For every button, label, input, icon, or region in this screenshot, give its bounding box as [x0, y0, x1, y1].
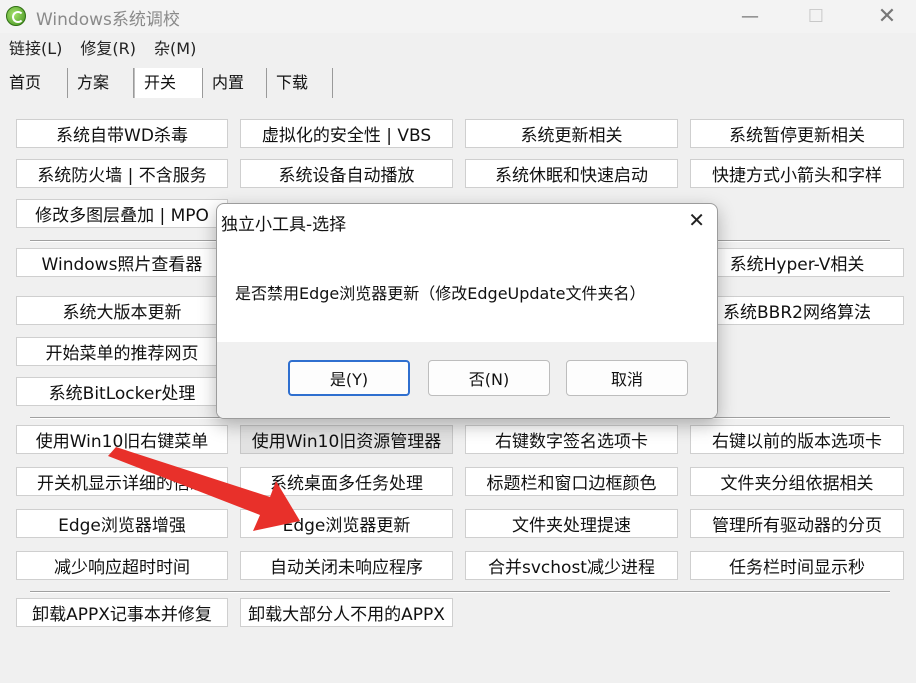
app-logo-icon: [6, 6, 26, 26]
yes-button[interactable]: 是(Y): [288, 360, 410, 396]
pause-update-button[interactable]: 系统暂停更新相关: [690, 119, 904, 148]
window-title: Windows系统调校: [36, 10, 180, 30]
menu-repair[interactable]: 修复(R): [71, 36, 145, 62]
drive-pagefile-button[interactable]: 管理所有驱动器的分页: [690, 509, 904, 538]
timeout-button[interactable]: 减少响应超时时间: [16, 551, 228, 580]
shortcut-arrow-button[interactable]: 快捷方式小箭头和字样: [690, 159, 904, 188]
no-button[interactable]: 否(N): [428, 360, 550, 396]
uninstall-notepad-button[interactable]: 卸载APPX记事本并修复: [16, 598, 228, 627]
dialog-message: 是否禁用Edge浏览器更新（修改EdgeUpdate文件夹名）: [235, 284, 646, 303]
system-update-button[interactable]: 系统更新相关: [465, 119, 678, 148]
firewall-button[interactable]: 系统防火墙 | 不含服务: [16, 159, 228, 188]
dialog-footer: 是(Y) 否(N) 取消: [217, 342, 717, 418]
minimize-icon[interactable]: —: [727, 0, 773, 33]
hyper-v-button[interactable]: 系统Hyper-V相关: [690, 248, 904, 277]
photo-viewer-button[interactable]: Windows照片查看器: [16, 248, 228, 277]
folder-speedup-button[interactable]: 文件夹处理提速: [465, 509, 678, 538]
win10-explorer-button[interactable]: 使用Win10旧资源管理器: [240, 425, 453, 454]
taskbar-seconds-button[interactable]: 任务栏时间显示秒: [690, 551, 904, 580]
wd-antivirus-button[interactable]: 系统自带WD杀毒: [16, 119, 228, 148]
bbr2-button[interactable]: 系统BBR2网络算法: [690, 296, 904, 325]
titlebar-color-button[interactable]: 标题栏和窗口边框颜色: [465, 467, 678, 496]
tab-builtin[interactable]: 内置: [203, 68, 267, 98]
tab-downloads[interactable]: 下载: [267, 68, 333, 98]
tab-switches[interactable]: 开关: [134, 68, 203, 99]
menu-bar: 链接(L) 修复(R) 杂(M): [0, 36, 205, 62]
close-icon[interactable]: ✕: [864, 0, 910, 33]
verbose-status-button[interactable]: 开关机显示详细的信息: [16, 467, 228, 496]
menu-links[interactable]: 链接(L): [0, 36, 71, 62]
svchost-merge-button[interactable]: 合并svchost减少进程: [465, 551, 678, 580]
title-bar: Windows系统调校 — ☐ ✕: [0, 0, 916, 33]
dialog-title: 独立小工具-选择: [221, 215, 347, 235]
cancel-button[interactable]: 取消: [566, 360, 688, 396]
hibernate-button[interactable]: 系统休眠和快速启动: [465, 159, 678, 188]
menu-misc[interactable]: 杂(M): [145, 36, 205, 62]
tab-plans[interactable]: 方案: [68, 68, 134, 98]
uninstall-appx-button[interactable]: 卸载大部分人不用的APPX: [240, 598, 453, 627]
maximize-icon[interactable]: ☐: [793, 0, 839, 33]
edge-enhance-button[interactable]: Edge浏览器增强: [16, 509, 228, 538]
bitlocker-button[interactable]: 系统BitLocker处理: [16, 377, 228, 406]
previous-versions-button[interactable]: 右键以前的版本选项卡: [690, 425, 904, 454]
start-recommend-button[interactable]: 开始菜单的推荐网页: [16, 337, 228, 366]
multitasking-button[interactable]: 系统桌面多任务处理: [240, 467, 453, 496]
divider: [30, 591, 890, 593]
auto-close-hung-button[interactable]: 自动关闭未响应程序: [240, 551, 453, 580]
autoplay-button[interactable]: 系统设备自动播放: [240, 159, 453, 188]
mpo-button[interactable]: 修改多图层叠加 | MPO: [16, 199, 228, 228]
major-update-button[interactable]: 系统大版本更新: [16, 296, 228, 325]
win10-context-menu-button[interactable]: 使用Win10旧右键菜单: [16, 425, 228, 454]
vbs-button[interactable]: 虚拟化的安全性 | VBS: [240, 119, 453, 148]
folder-grouping-button[interactable]: 文件夹分组依据相关: [690, 467, 904, 496]
edge-update-button[interactable]: Edge浏览器更新: [240, 509, 453, 538]
confirm-dialog: 独立小工具-选择 ✕ 是否禁用Edge浏览器更新（修改EdgeUpdate文件夹…: [216, 203, 718, 419]
signature-tab-button[interactable]: 右键数字签名选项卡: [465, 425, 678, 454]
tab-home[interactable]: 首页: [0, 68, 68, 98]
tab-strip: 首页 方案 开关 内置 下载: [0, 68, 916, 99]
dialog-close-icon[interactable]: ✕: [688, 208, 705, 232]
